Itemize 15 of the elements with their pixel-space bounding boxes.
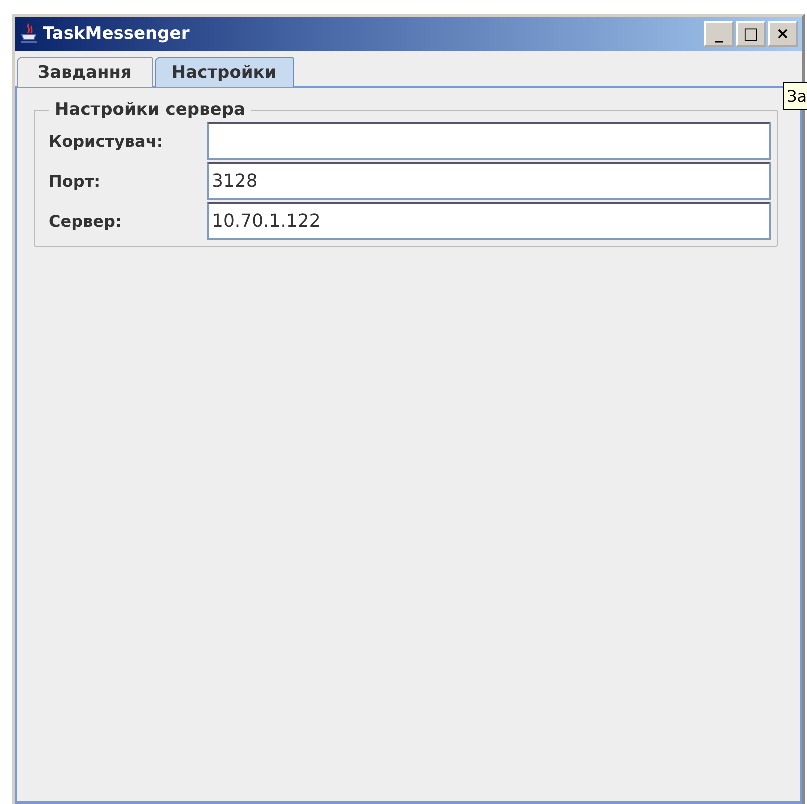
field-label: Сервер: xyxy=(49,212,123,230)
input-field[interactable]: 3128 xyxy=(207,162,771,200)
input-field[interactable] xyxy=(207,122,771,160)
minimize-button[interactable]: _ xyxy=(704,21,734,47)
close-button[interactable]: × xyxy=(768,21,798,47)
tooltip: За xyxy=(783,82,807,110)
group-title: Настройки сервера xyxy=(54,100,246,120)
field-label: Користувач: xyxy=(49,132,164,150)
tab[interactable]: Настройки xyxy=(154,57,294,87)
window-title: TaskMessenger xyxy=(43,24,190,44)
tab[interactable]: Завдання xyxy=(17,57,153,87)
maximize-button[interactable]: □ xyxy=(736,21,766,47)
input-field[interactable]: 10.70.1.122 xyxy=(207,202,771,240)
cup-icon xyxy=(19,23,39,45)
field-label: Порт: xyxy=(49,172,102,190)
